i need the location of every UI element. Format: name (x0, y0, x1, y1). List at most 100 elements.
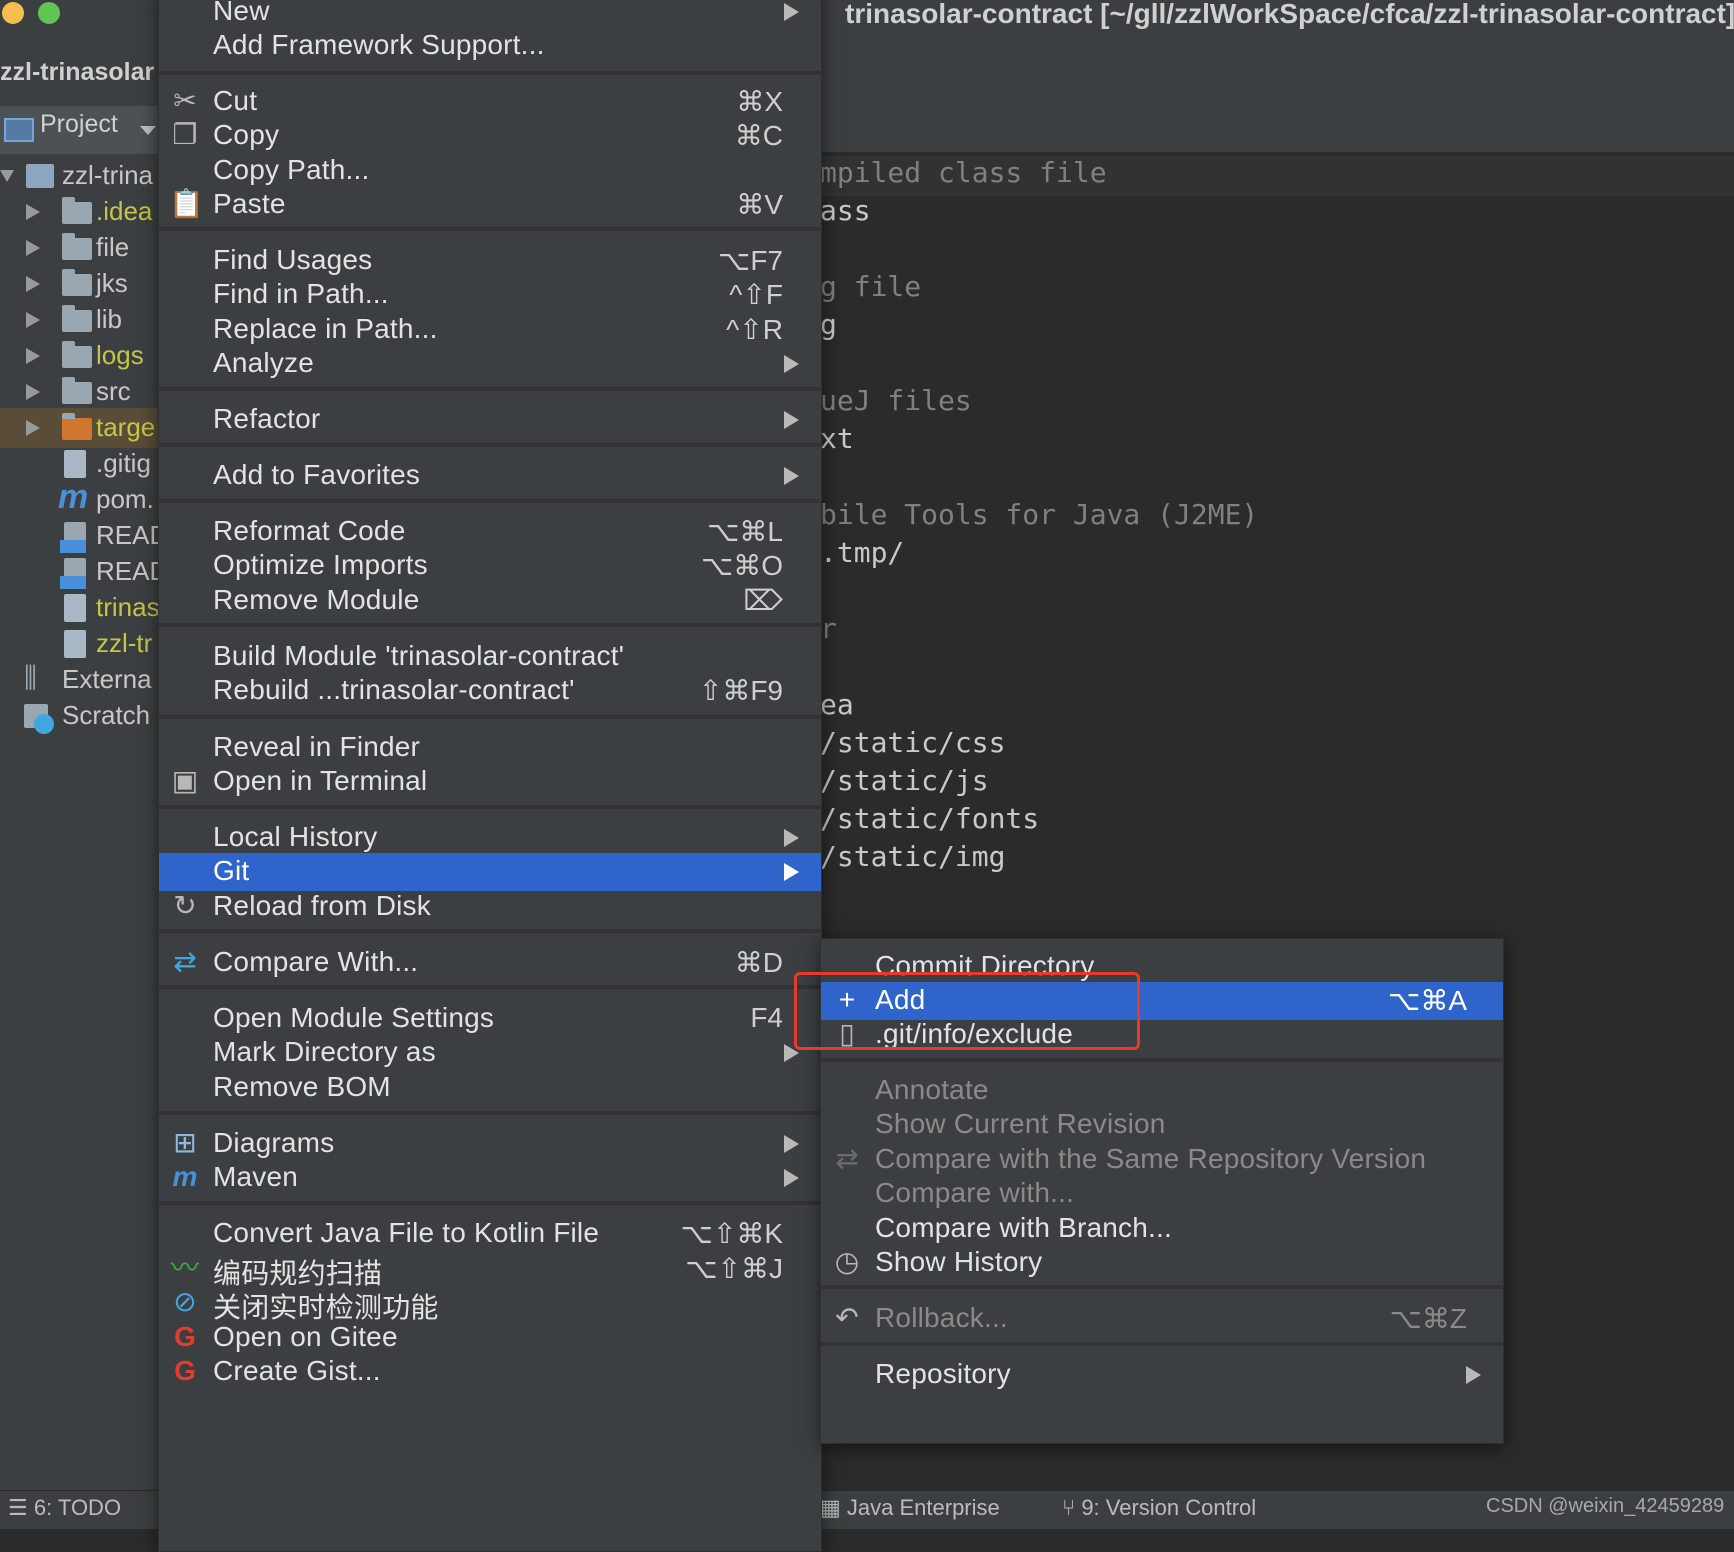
git-show-current-revision[interactable]: Show Current Revision (821, 1106, 1503, 1144)
tree-item[interactable]: file (0, 228, 160, 268)
tree-item[interactable]: trinas (0, 588, 160, 628)
menu-find-in-path[interactable]: Find in Path... ^⇧F (159, 276, 821, 314)
menu-open-module-settings[interactable]: Open Module Settings F4 (159, 1000, 821, 1038)
menu-git[interactable]: Git (159, 853, 821, 891)
menu-create-gist[interactable]: G Create Gist... (159, 1353, 821, 1391)
menu-convert-to-kotlin[interactable]: Convert Java File to Kotlin File ⌥⇧⌘K (159, 1215, 821, 1253)
menu-find-usages[interactable]: Find Usages ⌥F7 (159, 242, 821, 280)
menu-cut[interactable]: ✂ Cut ⌘X (159, 83, 821, 121)
version-control-tool-button[interactable]: ⑂ 9: Version Control (1062, 1495, 1256, 1521)
menu-separator (821, 1058, 1503, 1062)
menu-item-label: Show History (875, 1246, 1043, 1277)
expand-arrow-icon[interactable] (26, 420, 40, 436)
menu-open-in-terminal[interactable]: ▣ Open in Terminal (159, 763, 821, 801)
tree-item[interactable]: zzl-tr (0, 624, 160, 664)
list-icon: ☰ (8, 1495, 34, 1520)
paste-icon: 📋 (169, 188, 204, 219)
menu-item-label: Annotate (875, 1074, 989, 1105)
menu-copy[interactable]: ❐ Copy ⌘C (159, 117, 821, 155)
expand-arrow-icon[interactable] (26, 348, 40, 364)
menu-rebuild[interactable]: Rebuild ...trinasolar-contract' ⇧⌘F9 (159, 672, 821, 710)
expand-arrow-icon[interactable] (26, 384, 40, 400)
tree-item[interactable]: zzl-trina (0, 156, 160, 196)
tree-item[interactable]: Scratch (0, 696, 160, 736)
menu-item-label: New (213, 0, 270, 26)
menu-paste[interactable]: 📋 Paste ⌘V (159, 186, 821, 224)
java-enterprise-tool-button[interactable]: ▦ Java Enterprise (820, 1495, 1000, 1521)
menu-analyze[interactable]: Analyze (159, 345, 821, 383)
menu-reformat-code[interactable]: Reformat Code ⌥⌘L (159, 513, 821, 551)
expand-arrow-icon[interactable] (26, 312, 40, 328)
expand-arrow-icon[interactable] (26, 204, 40, 220)
editor-line: /static/img (820, 840, 1006, 873)
git-rollback[interactable]: ↶ Rollback... ⌥⌘Z (821, 1300, 1503, 1338)
menu-optimize-imports[interactable]: Optimize Imports ⌥⌘O (159, 547, 821, 585)
tree-item[interactable]: READ (0, 552, 168, 592)
maven-icon: m (172, 1161, 198, 1192)
git-show-history[interactable]: ◷ Show History (821, 1244, 1503, 1282)
menu-item-label: Show Current Revision (875, 1108, 1166, 1139)
tree-item[interactable]: lib (0, 300, 160, 340)
menu-diagrams[interactable]: ⊞ Diagrams (159, 1125, 821, 1163)
menu-disable-realtime-check[interactable]: ⊘ 关闭实时检测功能 (159, 1284, 821, 1323)
tree-item[interactable]: src (0, 372, 160, 412)
menu-item-shortcut: ⌥⌘L (707, 516, 783, 547)
menu-item-label: Reformat Code (213, 515, 406, 546)
git-annotate[interactable]: Annotate (821, 1072, 1503, 1110)
expand-arrow-icon[interactable] (26, 276, 40, 292)
tree-item-label: zzl-trina (62, 160, 154, 190)
editor-line: ass (820, 194, 871, 227)
menu-build-module[interactable]: Build Module 'trinasolar-contract' (159, 638, 821, 676)
tree-item-label: file (96, 232, 130, 262)
folder-icon (62, 341, 92, 368)
menu-replace-in-path[interactable]: Replace in Path... ^⇧R (159, 311, 821, 349)
tree-item[interactable]: targe (0, 408, 160, 448)
git-compare-with-branch[interactable]: Compare with Branch... (821, 1210, 1503, 1248)
menu-remove-bom[interactable]: Remove BOM (159, 1069, 821, 1107)
create-gist-icon: G (174, 1355, 196, 1386)
zoom-window-button[interactable] (38, 2, 60, 24)
folder-icon (62, 413, 92, 440)
tree-item[interactable]: .idea (0, 192, 160, 232)
menu-mark-directory-as[interactable]: Mark Directory as (159, 1034, 821, 1072)
tree-item[interactable]: m pom. (0, 478, 160, 520)
submenu-arrow-icon (784, 355, 799, 373)
chevron-down-icon[interactable] (140, 126, 156, 135)
editor-line: /static/fonts (820, 802, 1040, 835)
menu-remove-module[interactable]: Remove Module ⌦ (159, 582, 821, 620)
menu-code-scan[interactable]: 〰编码规约扫描 ⌥⇧⌘J (159, 1250, 821, 1289)
module-folder-icon (26, 164, 54, 188)
todo-tool-button[interactable]: ☰ 6: TODO (8, 1495, 121, 1521)
expand-arrow-icon[interactable] (26, 240, 40, 256)
menu-item-label: Rebuild ...trinasolar-contract' (213, 674, 575, 705)
tree-item[interactable]: ⫼ Externa (0, 660, 160, 700)
minimize-window-button[interactable] (2, 2, 24, 24)
menu-maven[interactable]: m Maven (159, 1159, 821, 1197)
menu-item-label: Repository (875, 1358, 1011, 1389)
tree-item[interactable]: logs (0, 336, 160, 376)
tree-item[interactable]: jks (0, 264, 160, 304)
menu-copy-path[interactable]: Copy Path... (159, 152, 821, 190)
git-repository[interactable]: Repository (821, 1356, 1503, 1394)
menu-item-label: Compare With... (213, 946, 419, 977)
tree-item[interactable]: READ (0, 516, 168, 556)
tree-item-label: .idea (96, 196, 153, 226)
menu-item-shortcut: ⌥⇧⌘J (685, 1253, 783, 1284)
menu-item-shortcut: ⌘X (736, 86, 783, 117)
submenu-arrow-icon (784, 829, 799, 847)
menu-item-shortcut: ⌥⌘A (1388, 985, 1467, 1016)
git-compare-same-repo-version[interactable]: ⇄ Compare with the Same Repository Versio… (821, 1141, 1503, 1179)
git-compare-with[interactable]: Compare with... (821, 1175, 1503, 1213)
menu-refactor[interactable]: Refactor (159, 401, 821, 439)
menu-item-label: Diagrams (213, 1127, 335, 1158)
menu-add-to-favorites[interactable]: Add to Favorites (159, 457, 821, 495)
project-view-selector[interactable]: Project (40, 110, 118, 139)
menu-local-history[interactable]: Local History (159, 819, 821, 857)
menu-reload-from-disk[interactable]: ↻ Reload from Disk (159, 888, 821, 926)
folder-icon (62, 305, 92, 332)
menu-reveal-in-finder[interactable]: Reveal in Finder (159, 729, 821, 767)
menu-open-on-gitee[interactable]: G Open on Gitee (159, 1319, 821, 1357)
menu-compare-with[interactable]: ⇄ Compare With... ⌘D (159, 944, 821, 982)
expand-arrow-icon[interactable] (0, 170, 14, 182)
menu-add-framework-support[interactable]: Add Framework Support... (159, 27, 821, 65)
